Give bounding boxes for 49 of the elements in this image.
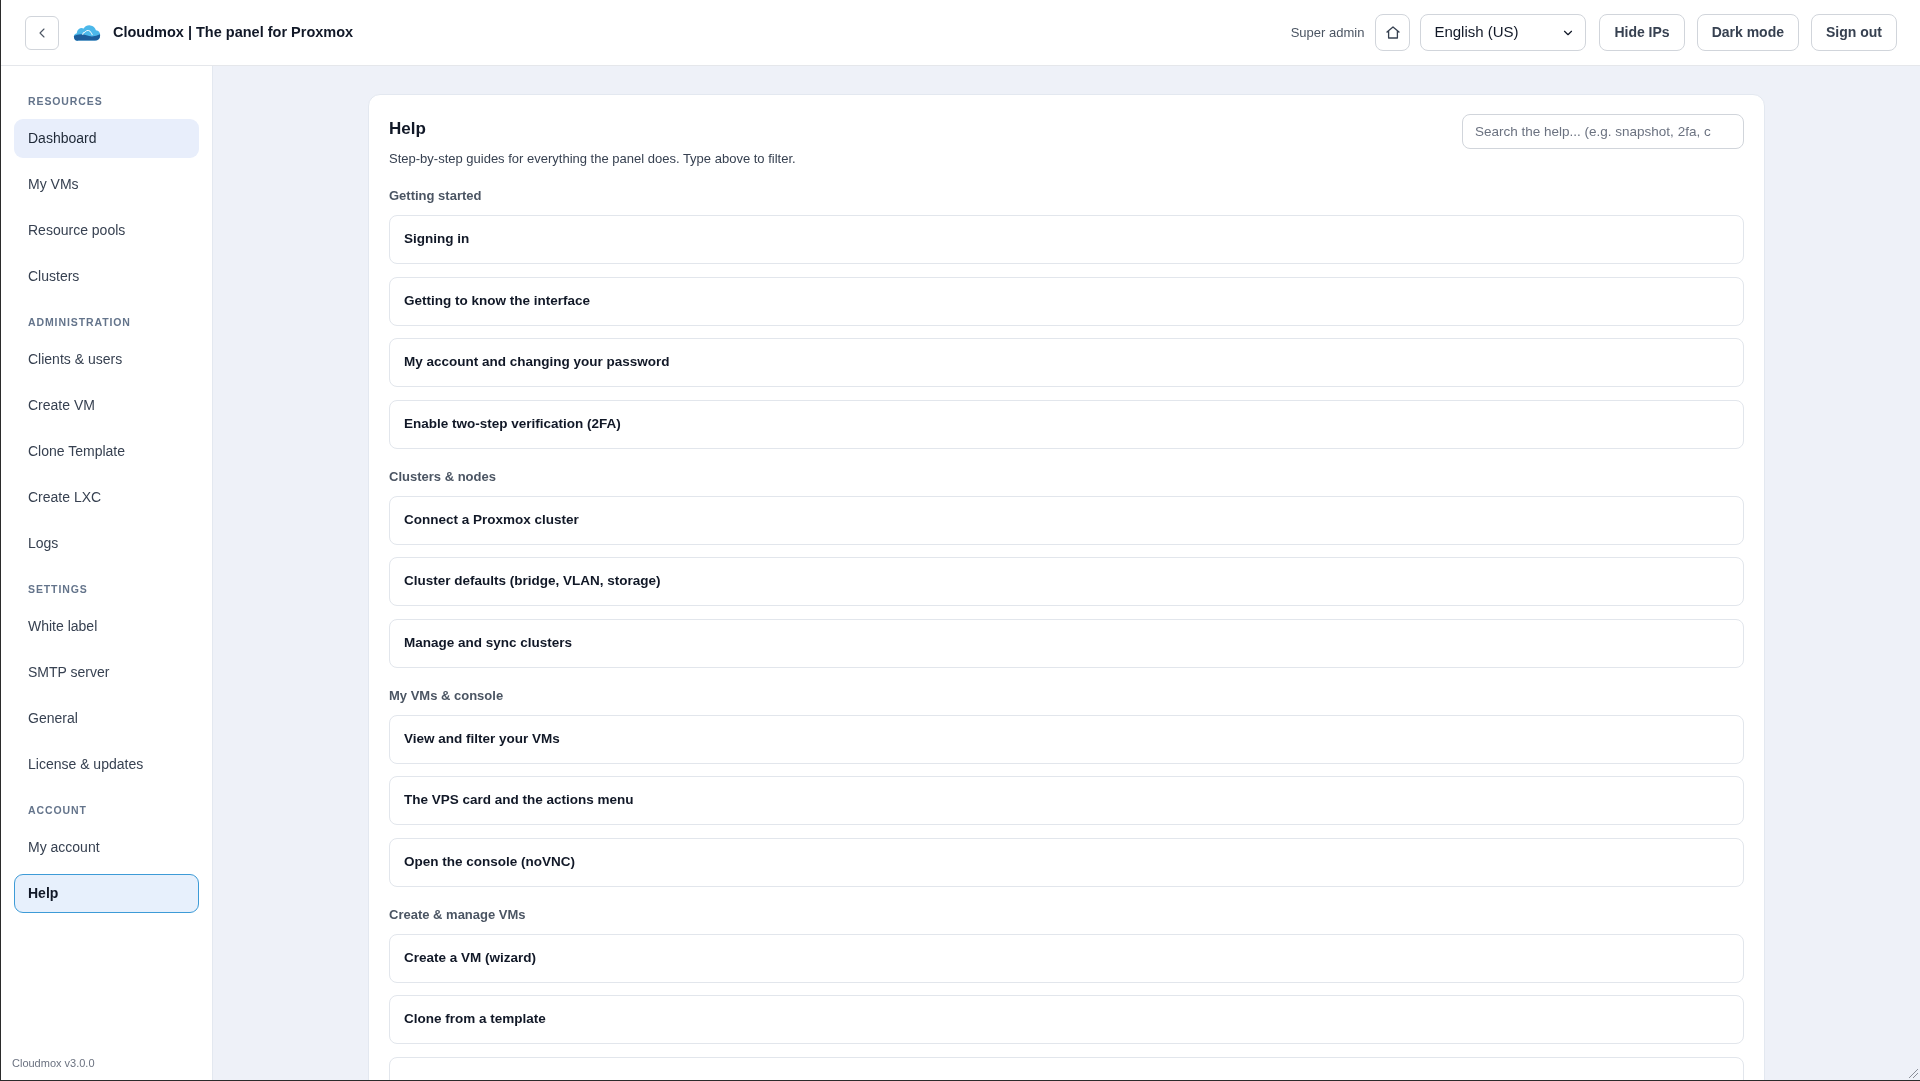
sidebar-item[interactable]: Clusters: [14, 257, 199, 296]
user-role: Super admin: [1290, 23, 1365, 42]
version-label: Cloudmox v3.0.0: [11, 1055, 96, 1071]
toolbar-button[interactable]: Hide IPs: [1599, 14, 1685, 51]
sidebar-item[interactable]: Create VM: [14, 386, 199, 425]
toolbar-button[interactable]: Dark mode: [1696, 14, 1799, 51]
app-title: Cloudmox | The panel for Proxmox: [113, 22, 354, 42]
sidebar-section-heading: SETTINGS: [27, 583, 89, 595]
section-heading: Clusters & nodes: [389, 467, 497, 486]
page-subtitle: Step-by-step guides for everything the panel does. Type above to filter.: [389, 150, 796, 168]
sidebar-section-heading: RESOURCES: [27, 95, 104, 107]
sidebar-item[interactable]: Logs: [14, 524, 199, 563]
help-topic-item[interactable]: Enable two-step verification (2FA): [389, 399, 1744, 449]
resize-grip-icon[interactable]: [1907, 1067, 1919, 1079]
sidebar-section-heading: ADMINISTRATION: [27, 316, 132, 328]
help-topic-item[interactable]: Manage and sync clusters: [389, 618, 1744, 668]
help-topic-item[interactable]: Open the console (noVNC): [389, 837, 1744, 887]
sidebar-item[interactable]: Resource pools: [14, 211, 199, 250]
help-topic-item[interactable]: The VPS card and the actions menu: [389, 776, 1744, 825]
help-topic-item[interactable]: Create a VM (wizard): [389, 933, 1744, 983]
sidebar-item[interactable]: My VMs: [14, 165, 199, 204]
help-topic-item[interactable]: My account and changing your password: [389, 338, 1744, 387]
section-heading: Getting started: [389, 187, 483, 205]
home-icon: [1385, 26, 1400, 39]
sidebar-item[interactable]: Clone Template: [14, 432, 199, 471]
page-title: Help: [389, 118, 427, 140]
sidebar-item[interactable]: White label: [14, 607, 199, 646]
sidebar-item[interactable]: Help: [14, 874, 199, 913]
search-field[interactable]: Search the help... (e.g. snapshot, 2fa, c: [1462, 114, 1744, 149]
sidebar-item[interactable]: General: [14, 699, 199, 738]
sidebar-item[interactable]: Create LXC: [14, 478, 199, 517]
sidebar-item[interactable]: My account: [14, 828, 199, 867]
help-topic-item[interactable]: Clone from a template: [389, 995, 1744, 1044]
section-heading: My VMs & console: [389, 686, 505, 705]
help-topic-item[interactable]: Getting to know the interface: [389, 276, 1744, 326]
help-topic-item[interactable]: Connect a Proxmox cluster: [389, 495, 1744, 545]
help-topic-item[interactable]: Cluster defaults (bridge, VLAN, storage): [389, 557, 1744, 606]
back-button[interactable]: [25, 15, 59, 50]
language-select[interactable]: English (US): [1420, 14, 1587, 51]
sidebar-item[interactable]: License & updates: [14, 745, 199, 784]
help-topic-item[interactable]: Signing in: [389, 215, 1744, 264]
toolbar-button[interactable]: Sign out: [1811, 14, 1897, 51]
sidebar-item[interactable]: Dashboard: [14, 119, 199, 158]
home-button[interactable]: [1375, 14, 1411, 51]
sidebar-item[interactable]: Clients & users: [14, 340, 199, 379]
section-heading: Create & manage VMs: [389, 905, 527, 924]
sidebar-section-heading: ACCOUNT: [27, 804, 88, 816]
help-topic-item[interactable]: View and filter your VMs: [389, 714, 1744, 764]
sidebar-item[interactable]: SMTP server: [14, 653, 199, 692]
